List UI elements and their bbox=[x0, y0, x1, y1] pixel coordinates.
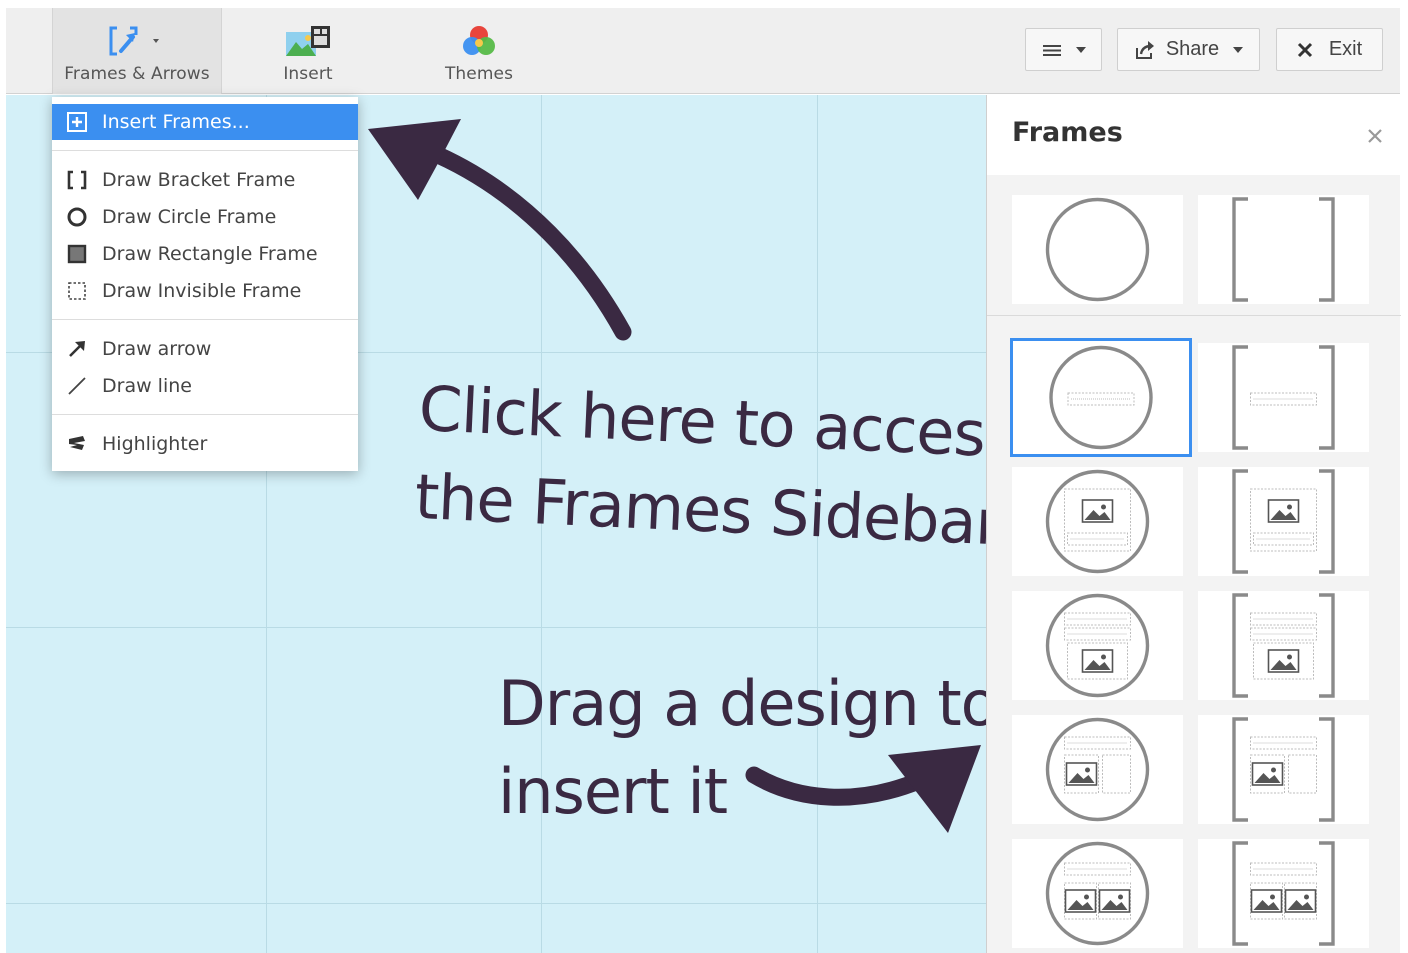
frames-arrows-icon bbox=[108, 23, 166, 59]
menu-item-insert-frames[interactable]: Insert Frames... bbox=[52, 104, 358, 140]
themes-button[interactable]: Themes bbox=[426, 8, 532, 94]
sidebar-divider bbox=[987, 315, 1401, 316]
frame-tile-circle-empty[interactable] bbox=[1012, 195, 1183, 304]
frame-tile-bracket-image-text[interactable] bbox=[1198, 467, 1369, 576]
insert-label: Insert bbox=[283, 64, 333, 84]
frame-preview bbox=[1045, 717, 1150, 822]
themes-palette-icon bbox=[461, 23, 497, 59]
frame-preview bbox=[1045, 841, 1150, 946]
frame-tile-bracket-text-image-box[interactable] bbox=[1198, 715, 1369, 824]
exit-label: Exit bbox=[1328, 38, 1363, 60]
share-button[interactable]: Share bbox=[1117, 28, 1260, 71]
frame-tile-circle-text[interactable] bbox=[1010, 338, 1192, 457]
menu-item-label: Draw Bracket Frame bbox=[102, 169, 296, 191]
share-icon bbox=[1135, 40, 1154, 59]
frame-tile-bracket-empty[interactable] bbox=[1198, 195, 1369, 304]
insert-media-icon bbox=[284, 23, 332, 59]
highlighter-icon bbox=[52, 426, 102, 462]
frame-preview bbox=[1232, 469, 1335, 574]
menu-item-draw-bracket-frame[interactable]: Draw Bracket Frame bbox=[52, 162, 358, 198]
frame-preview bbox=[1049, 345, 1153, 450]
close-icon bbox=[1297, 42, 1312, 57]
menu-item-highlighter[interactable]: Highlighter bbox=[52, 426, 358, 462]
plus-box-icon bbox=[52, 104, 102, 140]
frame-tile-bracket-text-two-images[interactable] bbox=[1198, 839, 1369, 948]
frame-preview bbox=[1232, 345, 1335, 450]
annotation-line: insert it bbox=[498, 755, 728, 828]
chevron-down-icon bbox=[1075, 46, 1086, 53]
circle-icon bbox=[52, 199, 102, 235]
hamburger-menu-button[interactable] bbox=[1025, 28, 1102, 71]
frame-preview bbox=[1232, 717, 1335, 822]
rectangle-icon bbox=[52, 236, 102, 272]
menu-item-label: Draw Rectangle Frame bbox=[102, 243, 318, 265]
frame-tile-circle-text-image-box[interactable] bbox=[1012, 715, 1183, 824]
frame-preview bbox=[1045, 197, 1150, 302]
sidebar-title: Frames bbox=[1012, 117, 1123, 148]
menu-item-label: Draw Invisible Frame bbox=[102, 280, 302, 302]
arrow-icon bbox=[52, 331, 102, 367]
menu-divider bbox=[52, 414, 358, 415]
menu-item-label: Draw arrow bbox=[102, 338, 212, 360]
menu-item-label: Draw line bbox=[102, 375, 192, 397]
share-label: Share bbox=[1165, 38, 1220, 60]
menu-divider bbox=[52, 319, 358, 320]
chevron-down-icon bbox=[1233, 46, 1244, 53]
menu-divider bbox=[52, 150, 358, 151]
exit-button[interactable]: Exit bbox=[1276, 28, 1383, 71]
line-icon bbox=[52, 368, 102, 404]
frame-preview bbox=[1232, 841, 1335, 946]
menu-item-draw-circle-frame[interactable]: Draw Circle Frame bbox=[52, 199, 358, 235]
frame-tile-bracket-text[interactable] bbox=[1198, 343, 1369, 452]
frame-tile-circle-image-text[interactable] bbox=[1012, 467, 1183, 576]
frames-sidebar: Frames bbox=[986, 95, 1401, 953]
frame-preview bbox=[1232, 197, 1335, 302]
frame-preview bbox=[1045, 469, 1150, 574]
menu-item-draw-line[interactable]: Draw line bbox=[52, 368, 358, 404]
menu-item-label: Insert Frames... bbox=[102, 111, 250, 133]
annotation-drag-design: Drag a design to insert it bbox=[498, 660, 986, 836]
menu-item-draw-arrow[interactable]: Draw arrow bbox=[52, 331, 358, 367]
themes-label: Themes bbox=[444, 64, 514, 84]
sidebar-header: Frames bbox=[987, 95, 1401, 175]
annotation-frames-sidebar: Click here to access the Frames Sidebar bbox=[413, 365, 986, 568]
dashed-rectangle-icon bbox=[52, 273, 102, 309]
frame-preview bbox=[1232, 593, 1335, 698]
bracket-icon bbox=[52, 162, 102, 198]
insert-button[interactable]: Insert bbox=[266, 8, 350, 94]
frames-arrows-label: Frames & Arrows bbox=[64, 64, 210, 84]
hamburger-icon bbox=[1042, 44, 1061, 56]
menu-item-draw-rectangle-frame[interactable]: Draw Rectangle Frame bbox=[52, 236, 358, 272]
menu-item-draw-invisible-frame[interactable]: Draw Invisible Frame bbox=[52, 273, 358, 309]
frame-tile-circle-text-image[interactable] bbox=[1012, 591, 1183, 700]
menu-item-label: Highlighter bbox=[102, 433, 208, 455]
menu-item-label: Draw Circle Frame bbox=[102, 206, 277, 228]
frame-preview bbox=[1045, 593, 1150, 698]
frames-arrows-button[interactable]: Frames & Arrows bbox=[52, 8, 222, 94]
toolbar: Frames & Arrows Insert Themes Share Exit bbox=[6, 8, 1400, 94]
sidebar-close-icon[interactable] bbox=[1365, 126, 1385, 146]
frame-tile-bracket-text-image[interactable] bbox=[1198, 591, 1369, 700]
annotation-line: Drag a design to bbox=[498, 667, 986, 740]
frame-tile-circle-text-two-images[interactable] bbox=[1012, 839, 1183, 948]
frames-arrows-dropdown: Insert Frames... Draw Bracket Frame Draw… bbox=[52, 97, 358, 471]
